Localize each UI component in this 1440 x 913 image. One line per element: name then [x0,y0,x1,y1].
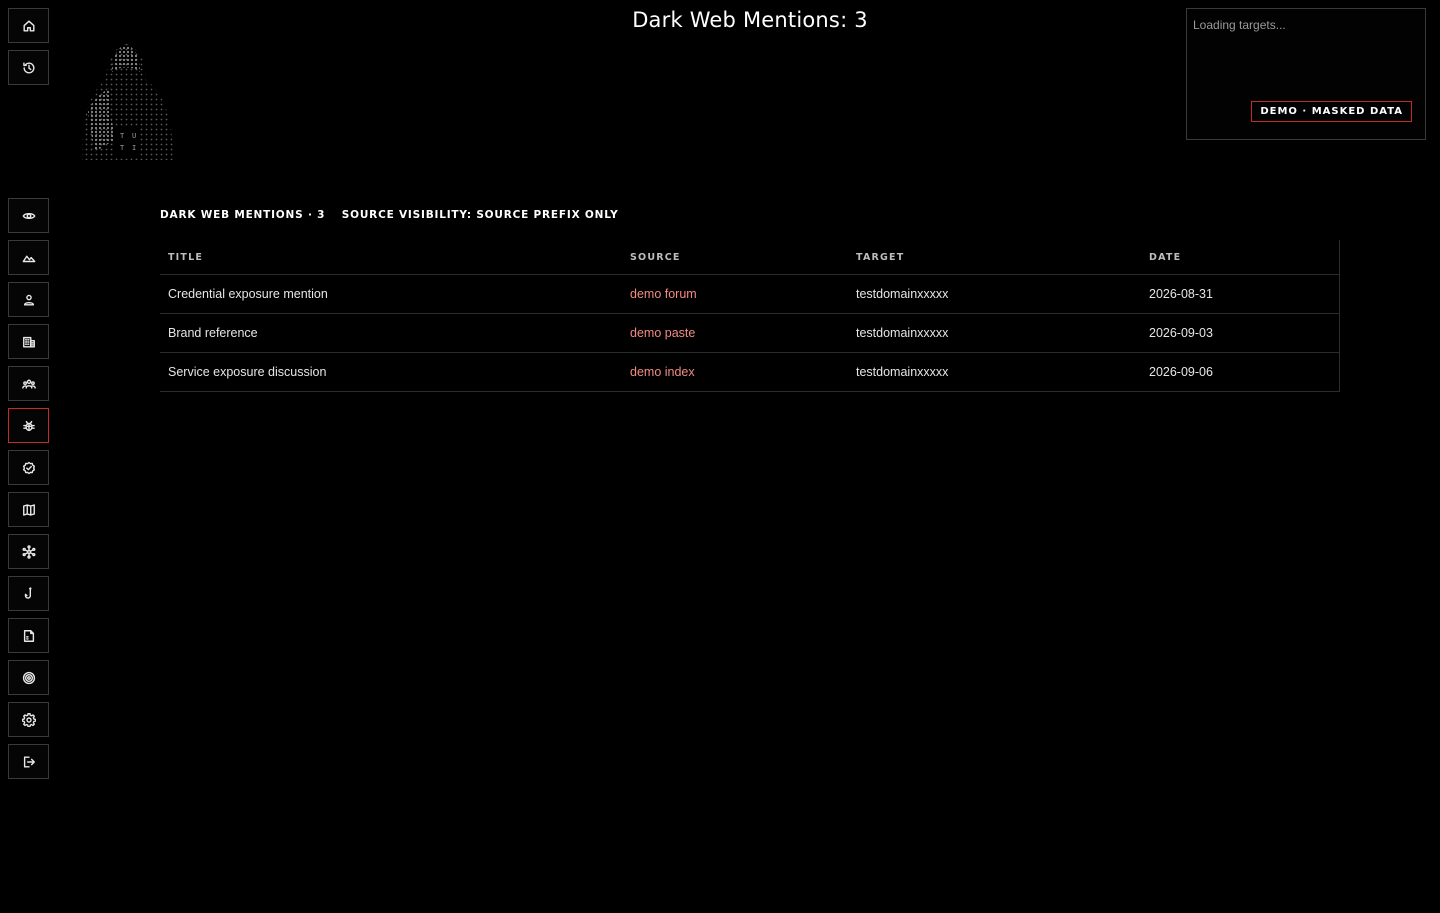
nav-target-button[interactable] [8,660,49,695]
mountain-icon [22,255,35,262]
table-row[interactable]: Service exposure discussion demo index t… [160,353,1339,392]
logo-glyph: I [132,144,136,152]
nav-home-button[interactable] [8,8,49,43]
target-icon [22,671,35,684]
mention-date: 2026-08-31 [1141,274,1339,314]
nav-monitoring-button[interactable] [8,198,49,233]
network-icon [22,544,35,559]
nav-person-button[interactable] [8,282,49,317]
nav-map-button[interactable] [8,492,49,527]
page: T U T I Dark Web Mentions: 3 Loading tar… [0,0,1440,913]
gear-icon [21,712,36,727]
mention-target: testdomainxxxxx [856,365,949,379]
table-row[interactable]: Brand reference demo paste testdomainxxx… [160,313,1339,353]
table-header-row: TITLE SOURCE TARGET DATE [160,240,1339,275]
nav-verified-button[interactable] [8,450,49,485]
hook-icon [24,586,32,599]
logout-icon [23,755,35,768]
history-icon [22,61,34,73]
mention-target: testdomainxxxxx [848,313,1141,353]
nav-file-button[interactable] [8,618,49,653]
map-icon [22,503,35,516]
page-title: Dark Web Mentions: 3 [632,8,868,32]
verified-icon [22,461,35,474]
building-icon [22,336,35,348]
group-icon [21,379,36,389]
mention-target: testdomainxxxxx [848,274,1141,314]
mention-source-link[interactable]: demo forum [622,274,848,314]
mention-source-link[interactable]: demo index [622,353,848,392]
section-header: DARK WEB MENTIONS · 3 SOURCE VISIBILITY:… [160,209,619,221]
mention-title: Credential exposure mention [160,274,622,314]
mention-title: Brand reference [160,313,622,353]
column-header-source[interactable]: SOURCE [622,240,848,275]
table-row[interactable]: Credential exposure mention demo forum t… [160,274,1339,314]
eye-icon [22,212,35,219]
mention-source-link[interactable]: demo paste [622,313,848,353]
nav-dark-web-button[interactable] [8,408,49,443]
hooded-figure-logo: T U T I [82,44,174,160]
mention-date: 2026-09-06 [1149,365,1213,379]
nav-logout-button[interactable] [8,744,49,779]
nav-history-button[interactable] [8,50,49,85]
mention-title: Service exposure discussion [168,365,327,379]
nav-organization-button[interactable] [8,324,49,359]
loading-targets-text: Loading targets... [1193,18,1286,32]
nav-landscape-button[interactable] [8,240,49,275]
column-header-date[interactable]: DATE [1141,240,1339,275]
source-visibility-label: SOURCE VISIBILITY: SOURCE PREFIX ONLY [341,209,619,221]
nav-groups-button[interactable] [8,366,49,401]
target-panel: Loading targets... DEMO · MASKED DATA [1186,8,1426,140]
nav-network-button[interactable] [8,534,49,569]
demo-masked-data-badge: DEMO · MASKED DATA [1251,101,1412,122]
home-icon [22,19,35,32]
logo-glyph: U [132,132,136,140]
column-header-title[interactable]: TITLE [160,240,622,275]
mentions-table: TITLE SOURCE TARGET DATE Credential expo… [160,240,1340,392]
mention-date: 2026-09-03 [1141,313,1339,353]
person-icon [23,294,34,306]
mentions-count-label: DARK WEB MENTIONS · 3 [160,209,326,221]
column-header-target[interactable]: TARGET [848,240,1141,275]
nav-settings-button[interactable] [8,702,49,737]
file-icon [23,629,34,642]
nav-phishing-button[interactable] [8,576,49,611]
bug-icon [22,420,35,431]
